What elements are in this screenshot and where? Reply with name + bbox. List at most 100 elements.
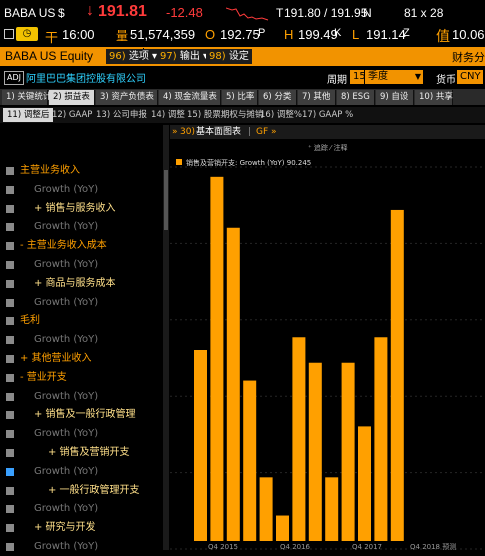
row-checkbox[interactable] [6, 467, 14, 476]
line-item-label: + 一般行政管理开支 [48, 484, 140, 496]
row-checkbox[interactable] [6, 336, 14, 345]
adj-badge[interactable]: ADJ [4, 71, 24, 85]
growth-row[interactable]: Growth (YoY) [0, 425, 163, 443]
tab-custom[interactable]: 9) 自设 [376, 90, 414, 105]
value-label: 值 [436, 28, 450, 44]
range-prefix: T [276, 6, 284, 20]
tab-key-stats[interactable]: 1) 关键统计 [2, 90, 51, 105]
tab-shared[interactable]: 10) 共享 [415, 90, 453, 105]
row-checkbox[interactable] [6, 355, 14, 363]
options-button[interactable]: 96) 选项 ▾ [106, 49, 161, 64]
checkbox-icon[interactable] [4, 29, 14, 39]
line-item-row[interactable]: - 营业开支 [0, 369, 163, 387]
line-item-row[interactable]: + 商品与服务成本 [0, 275, 163, 293]
period-num[interactable]: 15 [350, 70, 366, 84]
row-checkbox[interactable] [6, 524, 14, 533]
bar[interactable] [226, 227, 240, 541]
period-dropdown[interactable]: 季度 ▼ [365, 70, 423, 84]
bar[interactable] [374, 337, 388, 541]
growth-row[interactable]: Growth (YoY) [0, 294, 163, 312]
line-item-label: + 销售与服务收入 [34, 202, 116, 214]
growth-row[interactable]: Growth (YoY) [0, 218, 163, 236]
line-item-row[interactable]: + 其他营业收入 [0, 350, 163, 368]
growth-row[interactable]: Growth (YoY) [0, 388, 163, 406]
line-item-row[interactable]: - 主营业务收入成本 [0, 237, 163, 255]
row-checkbox[interactable] [6, 486, 14, 495]
growth-row[interactable]: Growth (YoY) [0, 256, 163, 274]
growth-row[interactable]: Growth (YoY) [0, 181, 163, 199]
row-checkbox[interactable] [6, 185, 14, 194]
bar[interactable] [276, 515, 289, 541]
tab-cash-flow[interactable]: 4) 现金流量表 [159, 90, 221, 105]
subtab-gaap-pct[interactable]: 17) GAAP % [298, 108, 357, 122]
line-item-row[interactable]: + 销售及营销开支 [0, 444, 163, 462]
sparkline-icon [226, 7, 269, 21]
gf-link[interactable]: GF » [256, 125, 277, 139]
expand-icon[interactable]: » [172, 125, 178, 139]
export-button[interactable]: 97) 输出 ▾ [157, 49, 212, 64]
bar[interactable] [325, 477, 339, 541]
growth-row[interactable]: Growth (YoY) [0, 463, 163, 481]
growth-row[interactable]: Growth (YoY) [0, 500, 163, 518]
row-checkbox[interactable] [6, 242, 14, 251]
row-checkbox[interactable] [6, 298, 14, 307]
row-checkbox[interactable] [6, 430, 14, 439]
line-item-row[interactable]: + 销售与服务收入 [0, 200, 163, 218]
tab-segments[interactable]: 6) 分类 [259, 90, 297, 105]
row-checkbox[interactable] [6, 261, 14, 269]
bar[interactable] [259, 477, 273, 541]
value-amount: 10.06 [452, 27, 485, 42]
clock-icon: ◷ [16, 27, 38, 41]
chart-svg: 销售及营销开支: Growth (YoY) 90.245 Q4 2015 Q4 20… [170, 158, 485, 550]
bar[interactable] [390, 209, 404, 541]
currency-dropdown[interactable]: CNY [457, 70, 483, 84]
tab-ratios[interactable]: 5) 比率 [222, 90, 258, 105]
row-checkbox[interactable] [6, 449, 14, 457]
x-tick-label: Q4 2015 [208, 543, 238, 550]
scrollbar-thumb[interactable] [164, 170, 168, 230]
line-item-row[interactable]: + 研究与开发 [0, 519, 163, 537]
bar[interactable] [210, 176, 224, 541]
line-item-row[interactable]: 主营业务收入 [0, 162, 163, 180]
row-checkbox[interactable] [6, 279, 14, 288]
row-checkbox[interactable] [6, 505, 14, 514]
line-item-label: Growth (YoY) [34, 465, 99, 477]
bar[interactable] [308, 362, 322, 541]
volume: 51,574,359 [130, 27, 196, 42]
growth-row[interactable]: Growth (YoY) [0, 538, 163, 556]
period-value: 季度 [368, 71, 388, 82]
bar[interactable] [243, 380, 257, 541]
tab-other[interactable]: 7) 其他 [298, 90, 336, 105]
row-checkbox[interactable] [6, 317, 14, 326]
row-checkbox[interactable] [6, 223, 14, 232]
bid-ask-range: 191.80 / 191.95 [284, 6, 368, 20]
row-checkbox[interactable] [6, 204, 14, 213]
company-name[interactable]: 阿里巴巴集团控股有限公司 [26, 70, 146, 85]
subtab-gaap[interactable]: 12) GAAP [48, 108, 96, 122]
bar[interactable] [358, 426, 371, 541]
line-item-row[interactable]: + 一般行政管理开支 [0, 482, 163, 500]
line-item-row[interactable]: + 销售及一般行政管理 [0, 406, 163, 424]
row-checkbox[interactable] [6, 373, 14, 382]
subtab-reported[interactable]: 13) 公司申报 [92, 108, 151, 122]
subtab-stock-options[interactable]: 15) 股票期权与摊销 [183, 108, 267, 122]
bar[interactable] [194, 350, 207, 541]
company-row: ADJ 阿里巴巴集团控股有限公司 周期 15 季度 ▼ 货币 CNY [0, 68, 485, 86]
bar[interactable] [292, 337, 306, 541]
row-checkbox[interactable] [6, 392, 14, 401]
settings-button[interactable]: 98) 设定 [206, 49, 252, 64]
line-item-row[interactable]: 毛利 [0, 312, 163, 330]
bar[interactable] [341, 362, 355, 541]
list-scrollbar[interactable] [163, 125, 169, 550]
chart-header-title[interactable]: 基本面图表 [196, 125, 241, 139]
x-tick-label: Q4 2016 [280, 543, 311, 550]
low-value: 191.14 [366, 27, 406, 42]
row-checkbox[interactable] [6, 411, 14, 420]
tab-esg[interactable]: 8) ESG [337, 90, 375, 105]
tab-income-statement[interactable]: 2) 损益表 [49, 90, 95, 105]
subtab-adjusted[interactable]: 11) 调整后 [3, 108, 54, 122]
row-checkbox[interactable] [6, 167, 14, 175]
growth-row[interactable]: Growth (YoY) [0, 331, 163, 349]
tab-balance-sheet[interactable]: 3) 资产负债表 [96, 90, 158, 105]
line-item-label: + 研究与开发 [34, 522, 96, 534]
